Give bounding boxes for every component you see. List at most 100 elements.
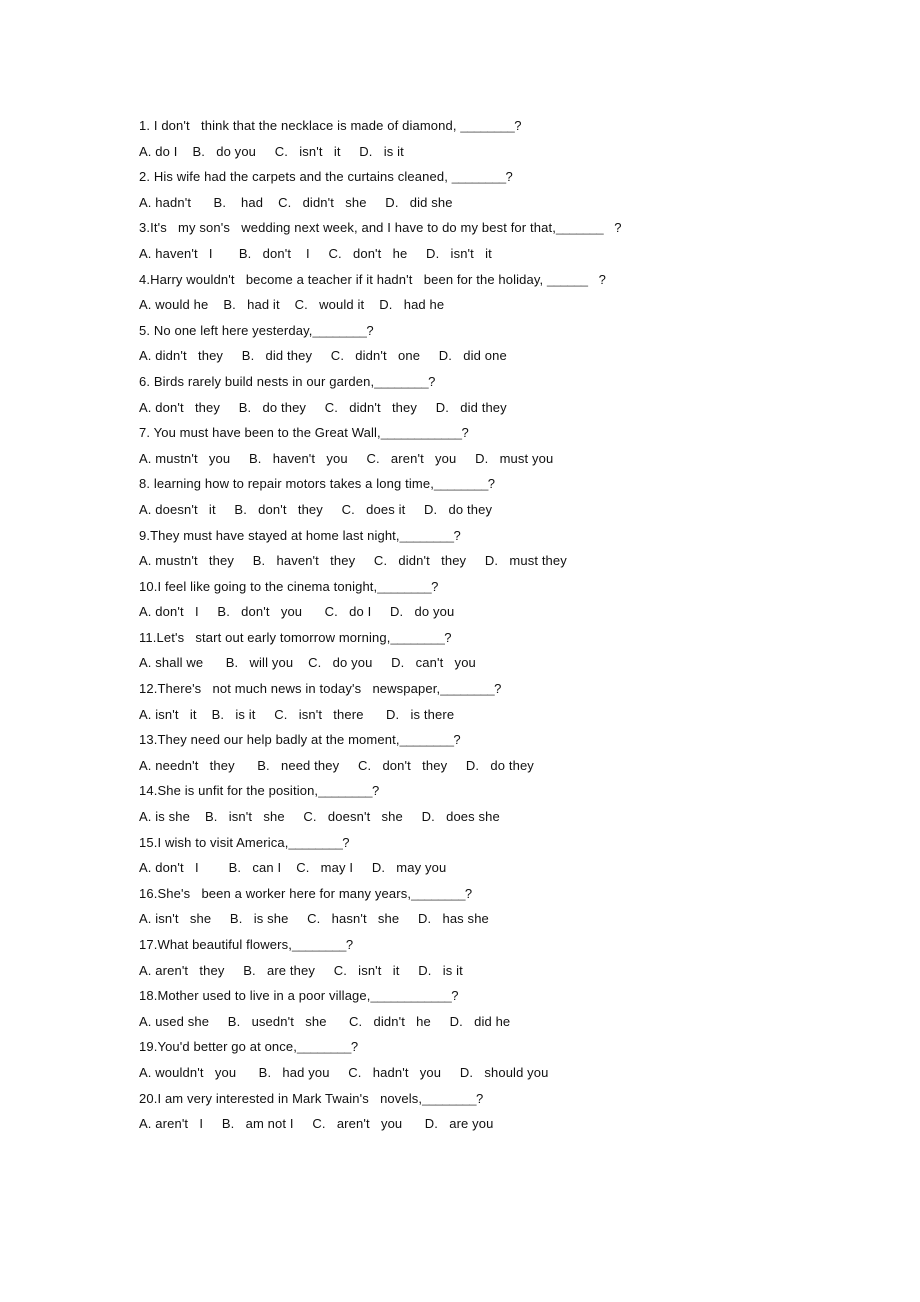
answer-blank[interactable]: ________ [460,118,514,133]
question-item: 17.What beautiful flowers,________? A. ar… [139,932,879,983]
question-stem-text: 17.What beautiful flowers, [139,937,292,952]
question-stem-text: 7. You must have been to the Great Wall, [139,425,381,441]
question-stem: 12.There's not much news in today's news… [139,676,879,702]
question-stem: 11.Let's start out early tomorrow mornin… [139,625,879,651]
question-item: 12.There's not much news in today's news… [139,676,879,727]
question-mark: ? [494,681,502,697]
worksheet-body: 1. I don't think that the necklace is ma… [139,113,879,1137]
question-stem: 15.I wish to visit America,________? [139,830,879,856]
question-stem: 8. learning how to repair motors takes a… [139,471,879,497]
question-stem-text: 10.I feel like going to the cinema tonig… [139,578,378,594]
question-mark: ? [461,425,469,441]
question-options[interactable]: A. shall we B. will you C. do you D. can… [139,650,879,676]
question-options[interactable]: A. needn't they B. need they C. don't th… [139,753,879,779]
answer-blank[interactable]: ________ [318,783,372,798]
question-options[interactable]: A. isn't it B. is it C. isn't there D. i… [139,702,879,728]
question-mark: ? [464,885,473,901]
answer-blank[interactable]: ________ [312,323,366,338]
answer-blank[interactable]: ____________ [381,425,462,440]
answer-blank[interactable]: ________ [440,681,494,696]
question-item: 4.Harry wouldn't become a teacher if it … [139,267,879,318]
question-options[interactable]: A. haven't I B. don't I C. don't he D. i… [139,241,879,267]
answer-blank[interactable]: ____________ [371,988,452,1003]
question-stem-text: 2. His wife had the carpets and the curt… [139,169,452,185]
question-stem-text: 19.You'd better go at once, [139,1039,298,1055]
question-item: 9.They must have stayed at home last nig… [139,523,879,574]
question-item: 13.They need our help badly at the momen… [139,727,879,778]
answer-blank[interactable]: ________ [292,937,346,952]
question-options[interactable]: A. mustn't you B. haven't you C. aren't … [139,446,879,472]
answer-blank[interactable]: ________ [422,1091,476,1106]
question-item: 7. You must have been to the Great Wall,… [139,420,879,471]
question-stem-text: 5. No one left here yesterday, [139,322,313,338]
question-stem-text: 1. I don't think that the necklace is ma… [139,118,461,133]
question-options[interactable]: A. do I B. do you C. isn't it D. is it [139,139,879,165]
question-stem: 2. His wife had the carpets and the curt… [139,164,879,190]
answer-blank[interactable]: ________ [390,630,444,645]
question-options[interactable]: A. doesn't it B. don't they C. does it D… [139,497,879,523]
question-item: 15.I wish to visit America,________? A. d… [139,830,879,881]
question-stem: 5. No one left here yesterday,________? [139,318,879,344]
question-item: 19.You'd better go at once,________? A. w… [139,1034,879,1085]
question-mark: ? [487,476,496,492]
question-options[interactable]: A. don't I B. can I C. may I D. may you [139,855,879,881]
question-mark: ? [603,220,622,236]
answer-blank[interactable]: ________ [452,169,506,184]
question-options[interactable]: A. wouldn't you B. had you C. hadn't you… [139,1060,879,1086]
question-stem: 16.She's been a worker here for many yea… [139,881,879,907]
question-stem-text: 3.It's my son's wedding next week, and I… [139,220,556,236]
answer-blank[interactable]: ________ [377,579,431,594]
question-options[interactable]: A. is she B. isn't she C. doesn't she D.… [139,804,879,830]
question-options[interactable]: A. used she B. usedn't she C. didn't he … [139,1009,879,1035]
question-stem-text: 11.Let's start out early tomorrow mornin… [139,629,391,645]
question-item: 11.Let's start out early tomorrow mornin… [139,625,879,676]
answer-blank[interactable]: ________ [434,476,488,491]
question-options[interactable]: A. don't they B. do they C. didn't they … [139,395,879,421]
question-stem: 4.Harry wouldn't become a teacher if it … [139,267,879,293]
answer-blank[interactable]: ________ [297,1039,351,1054]
question-options[interactable]: A. didn't they B. did they C. didn't one… [139,343,879,369]
question-item: 8. learning how to repair motors takes a… [139,471,879,522]
question-stem-text: 15.I wish to visit America, [139,834,289,850]
question-mark: ? [453,527,461,543]
question-stem-text: 20.I am very interested in Mark Twain's … [139,1090,423,1106]
question-mark: ? [372,783,380,799]
answer-blank[interactable]: _______ [556,220,604,235]
question-item: 2. His wife had the carpets and the curt… [139,164,879,215]
question-item: 14.She is unfit for the position,_______… [139,778,879,829]
question-options[interactable]: A. isn't she B. is she C. hasn't she D. … [139,906,879,932]
question-stem: 10.I feel like going to the cinema tonig… [139,574,879,600]
question-options[interactable]: A. aren't I B. am not I C. aren't you D.… [139,1111,879,1137]
question-mark: ? [350,1039,359,1055]
question-stem: 19.You'd better go at once,________? [139,1034,879,1060]
question-mark: ? [476,1090,484,1106]
question-mark: ? [366,322,374,338]
question-item: 20.I am very interested in Mark Twain's … [139,1086,879,1137]
question-mark: ? [453,732,461,748]
question-stem: 18.Mother used to live in a poor village… [139,983,879,1009]
answer-blank[interactable]: ______ [547,272,588,287]
question-options[interactable]: A. hadn't B. had C. didn't she D. did sh… [139,190,879,216]
answer-blank[interactable]: ________ [288,835,342,850]
answer-blank[interactable]: ________ [400,732,454,747]
question-stem-text: 4.Harry wouldn't become a teacher if it … [139,271,548,287]
question-stem: 14.She is unfit for the position,_______… [139,778,879,804]
answer-blank[interactable]: ________ [374,374,428,389]
answer-blank[interactable]: ________ [400,528,454,543]
question-stem-text: 14.She is unfit for the position, [139,783,319,799]
question-stem: 9.They must have stayed at home last nig… [139,523,879,549]
question-stem: 6. Birds rarely build nests in our garde… [139,369,879,395]
question-options[interactable]: A. would he B. had it C. would it D. had… [139,292,879,318]
question-stem-text: 6. Birds rarely build nests in our garde… [139,373,375,389]
question-stem-text: 8. learning how to repair motors takes a… [139,476,434,492]
question-options[interactable]: A. aren't they B. are they C. isn't it D… [139,958,879,984]
question-mark: ? [342,834,350,850]
answer-blank[interactable]: ________ [411,886,465,901]
question-item: 18.Mother used to live in a poor village… [139,983,879,1034]
question-options[interactable]: A. mustn't they B. haven't they C. didn'… [139,548,879,574]
question-mark: ? [428,373,436,389]
question-options[interactable]: A. don't I B. don't you C. do I D. do yo… [139,599,879,625]
question-mark: ? [587,271,607,287]
question-mark: ? [514,118,522,133]
question-stem-text: 9.They must have stayed at home last nig… [139,527,400,543]
